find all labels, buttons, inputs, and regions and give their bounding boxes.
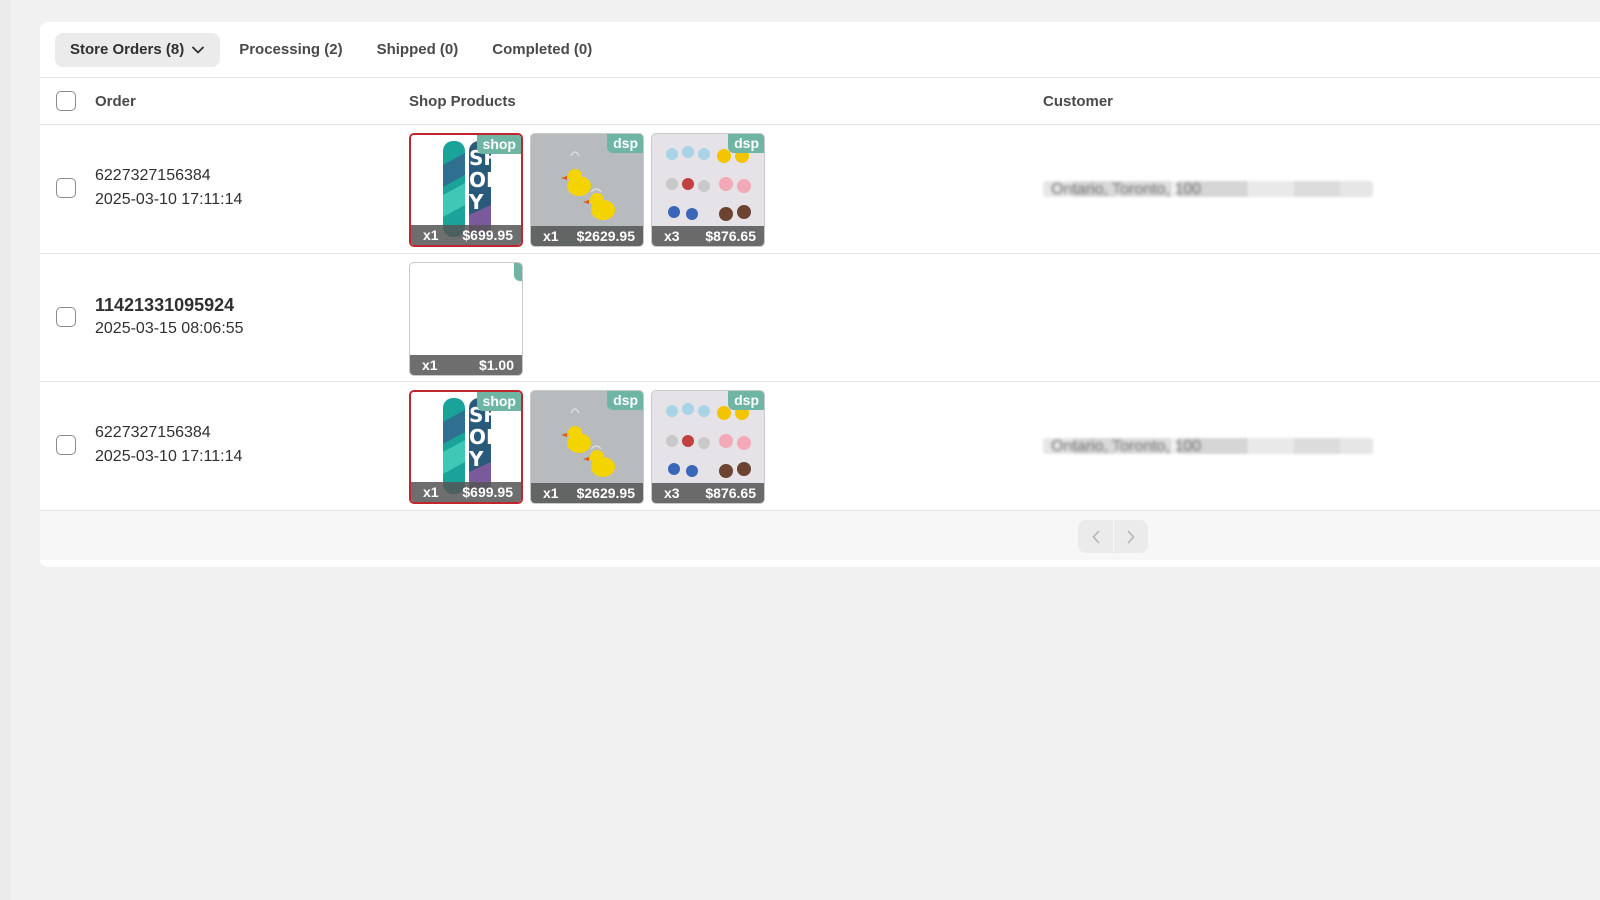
- product-qty: x1: [543, 228, 559, 244]
- thumb-footer: x1 $699.95: [411, 225, 521, 245]
- column-header-customer[interactable]: Customer: [1043, 93, 1113, 110]
- table-header: Order Shop Products Customer: [40, 78, 1600, 125]
- left-rail: [0, 0, 10, 900]
- product-price: $2629.95: [576, 228, 635, 244]
- table-row[interactable]: 11421331095924 2025-03-15 08:06:55 x1 $1…: [40, 254, 1600, 382]
- row-checkbox[interactable]: [56, 435, 76, 455]
- tab-label: Store Orders (8): [70, 41, 185, 58]
- next-page-button[interactable]: [1113, 520, 1148, 553]
- tab-store-orders[interactable]: Store Orders (8): [55, 32, 221, 67]
- order-date: 2025-03-10 17:11:14: [95, 191, 243, 208]
- order-tabs: Store Orders (8) Processing (2) Shipped …: [40, 22, 1600, 78]
- product-price: $699.95: [462, 484, 513, 500]
- svg-text:OF: OF: [469, 425, 500, 449]
- source-badge: dsp: [728, 134, 764, 153]
- order-id[interactable]: 11421331095924: [95, 295, 234, 316]
- table-row[interactable]: 6227327156384 2025-03-10 17:11:14 SH OF …: [40, 125, 1600, 254]
- product-thumb[interactable]: x1 $1.00: [409, 262, 523, 376]
- product-thumb[interactable]: dsp x1 $2629.95: [530, 390, 644, 504]
- row-checkbox[interactable]: [56, 307, 76, 327]
- order-id[interactable]: 6227327156384: [95, 424, 211, 442]
- order-date: 2025-03-10 17:11:14: [95, 448, 243, 465]
- thumb-footer: x3 $876.65: [652, 483, 764, 503]
- product-thumb[interactable]: SH OF Y shop x1 $699.95: [409, 133, 523, 247]
- tab-label: Completed (0): [492, 41, 593, 58]
- tab-shipped[interactable]: Shipped (0): [362, 33, 474, 67]
- product-thumb[interactable]: dsp x3 $876.65: [651, 390, 765, 504]
- tab-label: Shipped (0): [376, 41, 459, 58]
- order-id[interactable]: 6227327156384: [95, 167, 211, 185]
- customer-address: Ontario, Toronto, 100: [1043, 181, 1373, 198]
- product-price: $876.65: [705, 228, 756, 244]
- product-price: $1.00: [478, 357, 514, 373]
- order-date: 2025-03-15 08:06:55: [95, 320, 244, 337]
- thumb-footer: x1 $1.00: [410, 355, 522, 375]
- source-badge: shop: [476, 135, 521, 154]
- column-header-order[interactable]: Order: [95, 93, 136, 110]
- tab-processing[interactable]: Processing (2): [224, 33, 357, 67]
- product-thumb[interactable]: dsp x3 $876.65: [651, 133, 765, 247]
- product-thumb[interactable]: dsp x1 $2629.95: [530, 133, 644, 247]
- customer-address: Ontario, Toronto, 100: [1043, 438, 1373, 455]
- source-badge: dsp: [607, 391, 643, 410]
- chevron-left-icon: [1092, 530, 1099, 543]
- chevron-down-icon: [191, 43, 205, 57]
- product-thumbnails: x1 $1.00: [409, 262, 523, 376]
- source-badge: shop: [476, 392, 521, 411]
- product-price: $2629.95: [576, 485, 635, 501]
- product-thumb[interactable]: SH OF Y shop x1 $699.95: [409, 390, 523, 504]
- svg-text:OF: OF: [469, 168, 500, 192]
- product-qty: x1: [423, 227, 439, 243]
- product-thumbnails: SH OF Y shop x1 $699.95 dsp x1 $2629.95 …: [409, 133, 765, 247]
- thumb-footer: x1 $699.95: [411, 482, 521, 502]
- pagination-bar: [40, 511, 1600, 560]
- tab-completed[interactable]: Completed (0): [477, 33, 607, 67]
- product-price: $876.65: [705, 485, 756, 501]
- row-checkbox[interactable]: [56, 178, 76, 198]
- product-qty: x1: [422, 357, 438, 373]
- table-row[interactable]: 6227327156384 2025-03-10 17:11:14 SH OF …: [40, 382, 1600, 511]
- product-qty: x1: [543, 485, 559, 501]
- product-price: $699.95: [462, 227, 513, 243]
- product-qty: x3: [664, 485, 680, 501]
- source-badge: dsp: [607, 134, 643, 153]
- thumb-footer: x3 $876.65: [652, 226, 764, 246]
- source-badge: [514, 263, 522, 281]
- column-header-products[interactable]: Shop Products: [409, 93, 516, 110]
- product-qty: x1: [423, 484, 439, 500]
- thumb-footer: x1 $2629.95: [531, 483, 643, 503]
- orders-card: Store Orders (8) Processing (2) Shipped …: [40, 22, 1600, 567]
- chevron-right-icon: [1127, 530, 1135, 543]
- product-thumbnails: SH OF Y shop x1 $699.95 dsp x1 $2629.95 …: [409, 390, 765, 504]
- prev-page-button[interactable]: [1078, 520, 1113, 553]
- source-badge: dsp: [728, 391, 764, 410]
- tab-label: Processing (2): [239, 41, 343, 58]
- select-all-checkbox[interactable]: [56, 91, 76, 111]
- product-qty: x3: [664, 228, 680, 244]
- pagination: [1078, 520, 1148, 553]
- thumb-footer: x1 $2629.95: [531, 226, 643, 246]
